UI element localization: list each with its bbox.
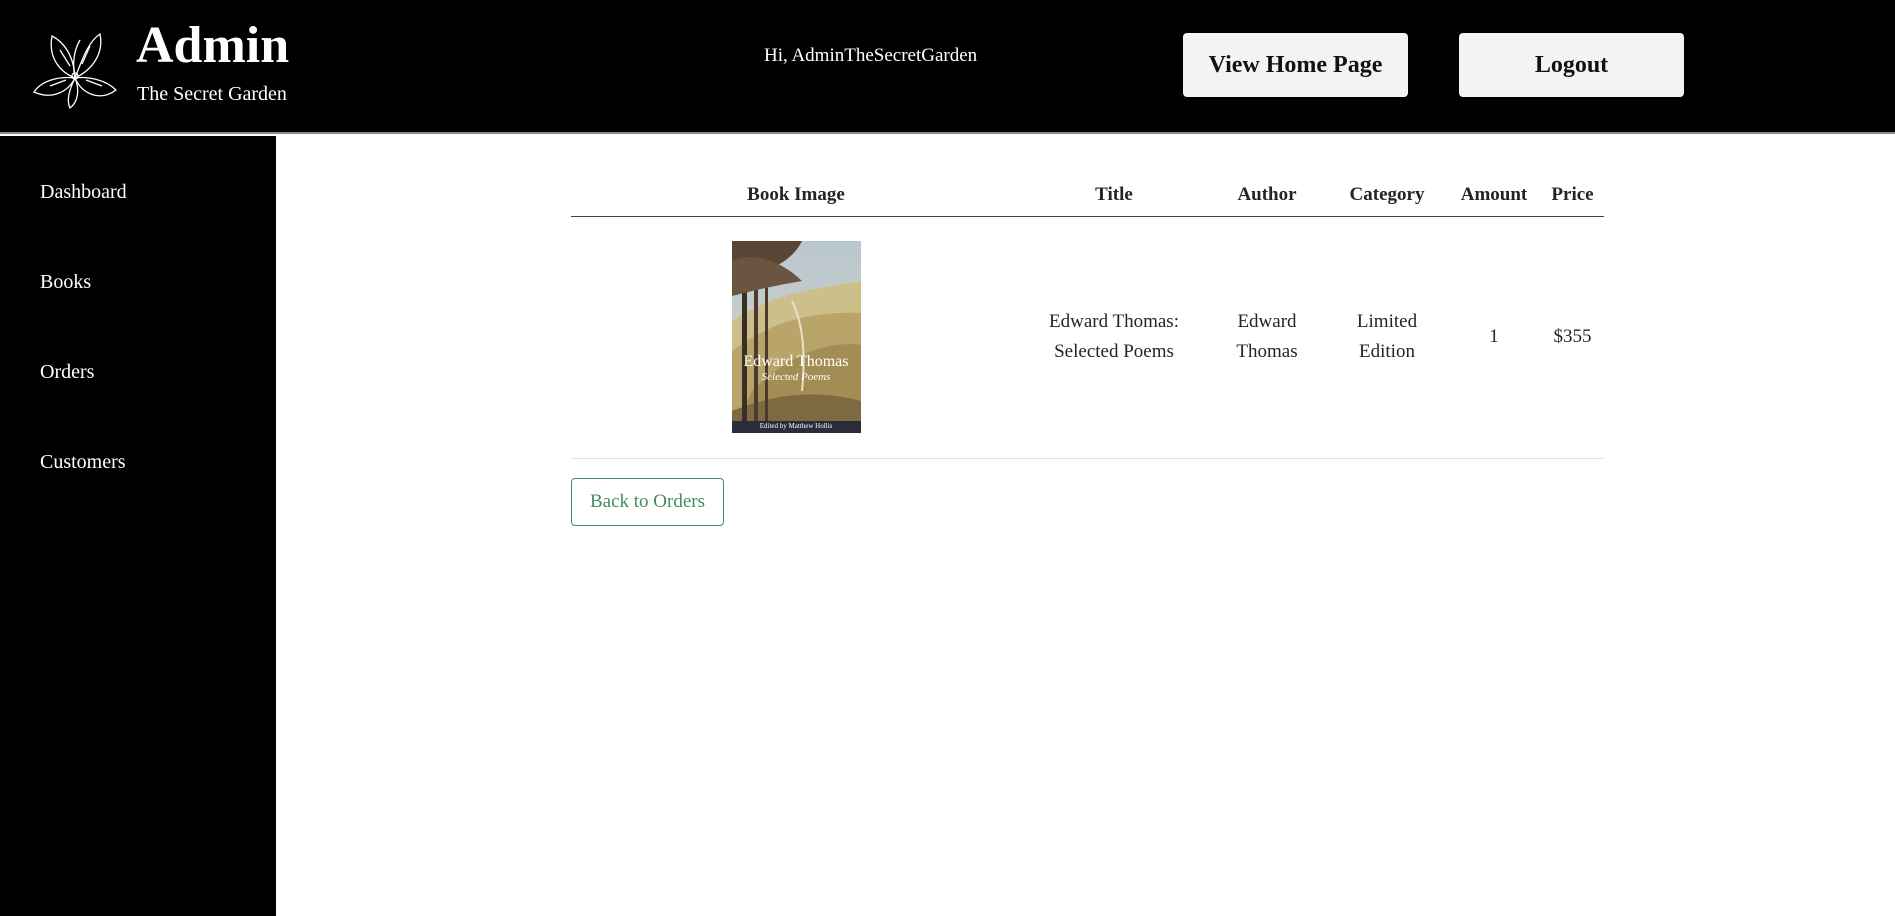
user-greeting: Hi, AdminTheSecretGarden: [764, 45, 978, 66]
sidebar-item-customers[interactable]: Customers: [40, 449, 126, 475]
flower-logo-icon: [33, 32, 117, 109]
brand-subtitle: The Secret Garden: [137, 83, 287, 105]
column-header-amount: Amount: [1447, 174, 1541, 217]
cell-title: Edward Thomas: Selected Poems: [1021, 216, 1207, 459]
main-content: Book Image Title Author Category Amount …: [276, 136, 1895, 916]
view-home-page-button[interactable]: View Home Page: [1183, 33, 1408, 97]
top-header: Admin The Secret Garden Hi, AdminTheSecr…: [0, 0, 1895, 134]
brand-title: Admin: [136, 17, 290, 74]
book-cover-subtitle: Selected Poems: [761, 371, 831, 383]
cell-book-image: Edward Thomas Selected Poems Edited by M…: [571, 216, 1021, 459]
logout-button[interactable]: Logout: [1459, 33, 1684, 97]
sidebar-item-orders[interactable]: Orders: [40, 359, 94, 385]
cell-author: Edward Thomas: [1207, 216, 1327, 459]
table-header-row: Book Image Title Author Category Amount …: [571, 174, 1604, 217]
cell-amount: 1: [1447, 216, 1541, 459]
category-line: Limited: [1356, 311, 1418, 332]
title-line: Edward Thomas:: [1049, 311, 1179, 332]
sidebar-item-books[interactable]: Books: [40, 269, 91, 295]
column-header-author: Author: [1207, 174, 1327, 217]
table-row: Edward Thomas Selected Poems Edited by M…: [571, 216, 1604, 459]
cell-category: Limited Edition: [1327, 216, 1447, 459]
back-to-orders-button[interactable]: Back to Orders: [571, 478, 724, 526]
column-header-title: Title: [1021, 174, 1207, 217]
book-cover-credit: Edited by Matthew Hollis: [759, 422, 833, 430]
column-header-category: Category: [1327, 174, 1447, 217]
cell-price: $355: [1541, 216, 1604, 459]
sidebar: Dashboard Books Orders Customers: [0, 136, 276, 916]
category-line: Edition: [1359, 341, 1415, 362]
title-line: Selected Poems: [1054, 341, 1174, 362]
order-items-table: Book Image Title Author Category Amount …: [571, 174, 1604, 459]
column-header-price: Price: [1541, 174, 1604, 217]
book-cover-image: Edward Thomas Selected Poems Edited by M…: [731, 241, 861, 433]
column-header-book-image: Book Image: [571, 174, 1021, 217]
author-line: Edward: [1237, 311, 1297, 332]
author-line: Thomas: [1236, 341, 1298, 362]
book-cover-title: Edward Thomas: [743, 353, 849, 370]
sidebar-item-dashboard[interactable]: Dashboard: [40, 179, 127, 205]
